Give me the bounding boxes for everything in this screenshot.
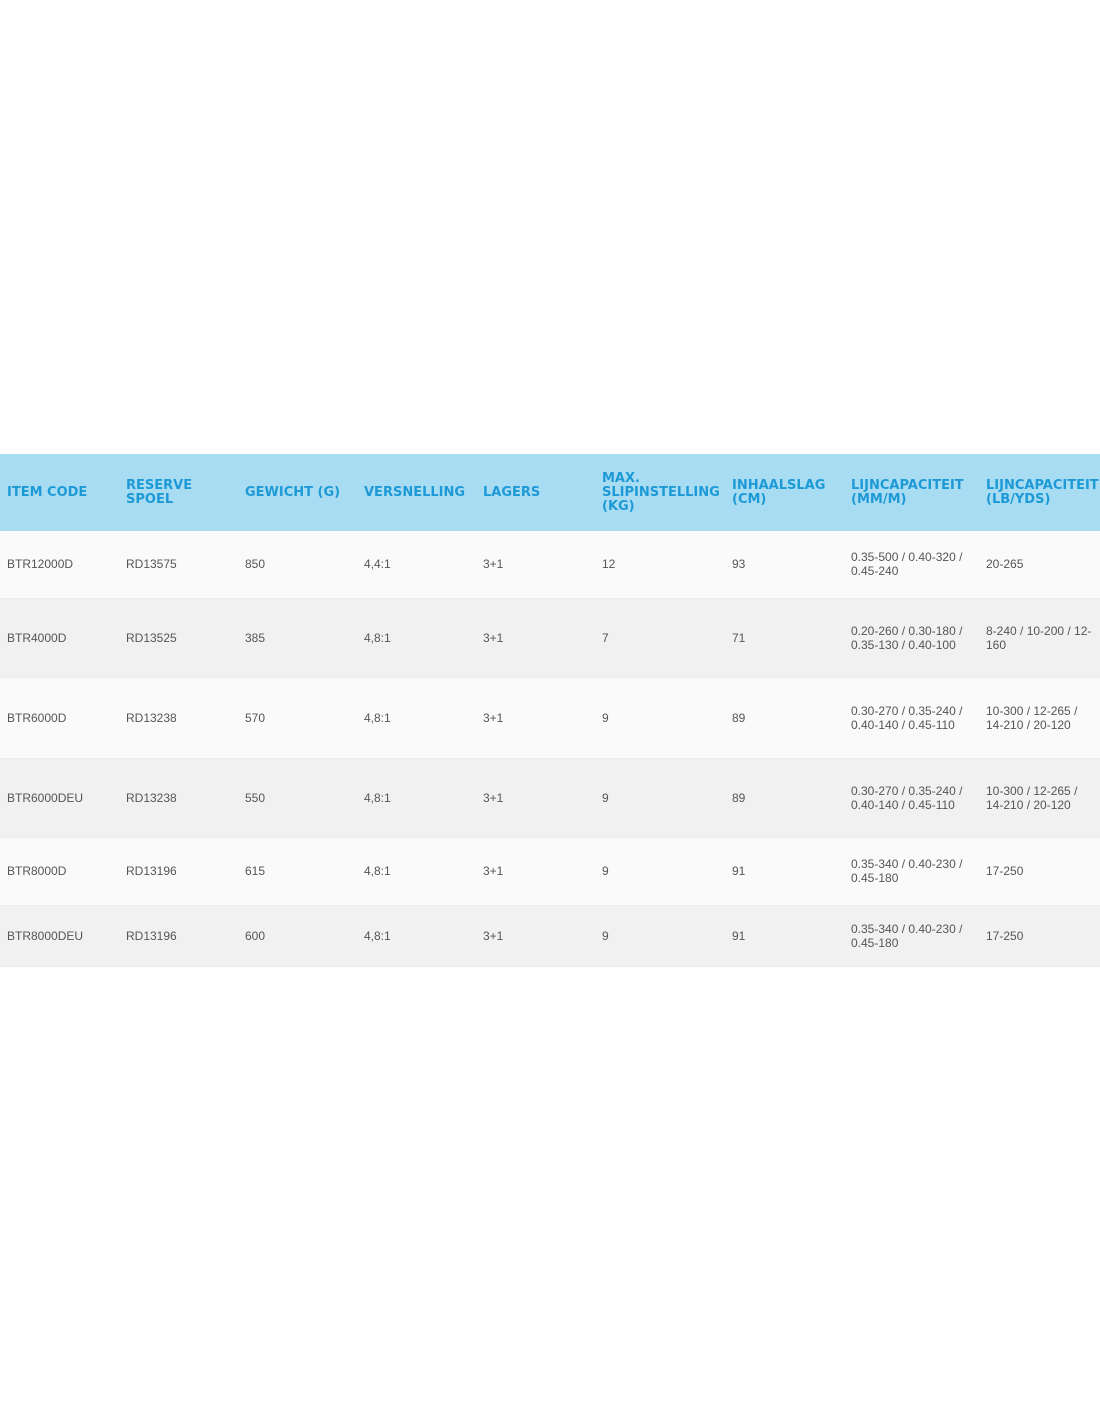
cell-max-slip: 7 — [595, 598, 725, 678]
table-row: BTR6000D RD13238 570 4,8:1 3+1 9 89 0.30… — [0, 677, 1100, 759]
cell-reserve-spoel: RD13196 — [119, 905, 238, 967]
table-row: BTR12000D RD13575 850 4,4:1 3+1 12 93 0.… — [0, 531, 1100, 599]
cell-gewicht: 385 — [238, 598, 357, 678]
cell-lijncapaciteit-mm: 0.30-270 / 0.35-240 / 0.40-140 / 0.45-11… — [844, 758, 979, 838]
cell-gewicht: 850 — [238, 531, 357, 599]
cell-item-code: BTR6000DEU — [0, 758, 119, 838]
cell-lijncapaciteit-mm: 0.35-500 / 0.40-320 / 0.45-240 — [844, 531, 979, 599]
cell-inhaalslag: 89 — [725, 677, 844, 759]
table-body: BTR12000D RD13575 850 4,4:1 3+1 12 93 0.… — [0, 531, 1100, 967]
table-row: BTR8000DEU RD13196 600 4,8:1 3+1 9 91 0.… — [0, 905, 1100, 967]
column-header-reserve-spoel: RESERVE SPOEL — [119, 454, 238, 531]
column-header-gewicht: GEWICHT (G) — [238, 454, 357, 531]
column-header-lijncapaciteit-lb: LIJNCAPACITEIT (LB/YDS) — [979, 454, 1100, 531]
cell-max-slip: 9 — [595, 758, 725, 838]
cell-inhaalslag: 91 — [725, 837, 844, 906]
cell-lijncapaciteit-mm: 0.35-340 / 0.40-230 / 0.45-180 — [844, 905, 979, 967]
cell-gewicht: 550 — [238, 758, 357, 838]
cell-lijncapaciteit-lb: 17-250 — [979, 837, 1100, 906]
cell-max-slip: 9 — [595, 837, 725, 906]
cell-item-code: BTR8000DEU — [0, 905, 119, 967]
cell-reserve-spoel: RD13575 — [119, 531, 238, 599]
cell-versnelling: 4,4:1 — [357, 531, 476, 599]
cell-gewicht: 615 — [238, 837, 357, 906]
cell-lagers: 3+1 — [476, 905, 595, 967]
cell-max-slip: 9 — [595, 905, 725, 967]
cell-lijncapaciteit-mm: 0.30-270 / 0.35-240 / 0.40-140 / 0.45-11… — [844, 677, 979, 759]
table-row: BTR4000D RD13525 385 4,8:1 3+1 7 71 0.20… — [0, 598, 1100, 678]
specifications-table: ITEM CODE RESERVE SPOEL GEWICHT (G) VERS… — [0, 454, 1100, 967]
cell-lijncapaciteit-mm: 0.20-260 / 0.30-180 / 0.35-130 / 0.40-10… — [844, 598, 979, 678]
cell-lijncapaciteit-lb: 10-300 / 12-265 / 14-210 / 20-120 — [979, 677, 1100, 759]
header-row: ITEM CODE RESERVE SPOEL GEWICHT (G) VERS… — [0, 454, 1100, 531]
cell-inhaalslag: 71 — [725, 598, 844, 678]
cell-item-code: BTR12000D — [0, 531, 119, 599]
cell-lijncapaciteit-lb: 8-240 / 10-200 / 12-160 — [979, 598, 1100, 678]
table-row: BTR8000D RD13196 615 4,8:1 3+1 9 91 0.35… — [0, 837, 1100, 906]
cell-lagers: 3+1 — [476, 531, 595, 599]
table-header: ITEM CODE RESERVE SPOEL GEWICHT (G) VERS… — [0, 454, 1100, 531]
cell-reserve-spoel: RD13196 — [119, 837, 238, 906]
cell-max-slip: 12 — [595, 531, 725, 599]
cell-item-code: BTR6000D — [0, 677, 119, 759]
column-header-max-slipinstelling: MAX. SLIPINSTELLING (KG) — [595, 454, 725, 531]
cell-inhaalslag: 91 — [725, 905, 844, 967]
cell-max-slip: 9 — [595, 677, 725, 759]
column-header-lijncapaciteit-mm: LIJNCAPACITEIT (MM/M) — [844, 454, 979, 531]
cell-gewicht: 570 — [238, 677, 357, 759]
column-header-item-code: ITEM CODE — [0, 454, 119, 531]
cell-item-code: BTR8000D — [0, 837, 119, 906]
cell-lijncapaciteit-lb: 20-265 — [979, 531, 1100, 599]
cell-lagers: 3+1 — [476, 758, 595, 838]
cell-lijncapaciteit-lb: 10-300 / 12-265 / 14-210 / 20-120 — [979, 758, 1100, 838]
cell-lagers: 3+1 — [476, 677, 595, 759]
cell-versnelling: 4,8:1 — [357, 905, 476, 967]
cell-reserve-spoel: RD13238 — [119, 677, 238, 759]
cell-reserve-spoel: RD13238 — [119, 758, 238, 838]
cell-versnelling: 4,8:1 — [357, 677, 476, 759]
column-header-inhaalslag: INHAALSLAG (CM) — [725, 454, 844, 531]
cell-versnelling: 4,8:1 — [357, 758, 476, 838]
cell-lagers: 3+1 — [476, 598, 595, 678]
column-header-lagers: LAGERS — [476, 454, 595, 531]
cell-lijncapaciteit-mm: 0.35-340 / 0.40-230 / 0.45-180 — [844, 837, 979, 906]
cell-item-code: BTR4000D — [0, 598, 119, 678]
cell-inhaalslag: 89 — [725, 758, 844, 838]
column-header-versnelling: VERSNELLING — [357, 454, 476, 531]
cell-lijncapaciteit-lb: 17-250 — [979, 905, 1100, 967]
cell-versnelling: 4,8:1 — [357, 598, 476, 678]
cell-gewicht: 600 — [238, 905, 357, 967]
cell-inhaalslag: 93 — [725, 531, 844, 599]
cell-lagers: 3+1 — [476, 837, 595, 906]
table-row: BTR6000DEU RD13238 550 4,8:1 3+1 9 89 0.… — [0, 758, 1100, 838]
cell-versnelling: 4,8:1 — [357, 837, 476, 906]
cell-reserve-spoel: RD13525 — [119, 598, 238, 678]
